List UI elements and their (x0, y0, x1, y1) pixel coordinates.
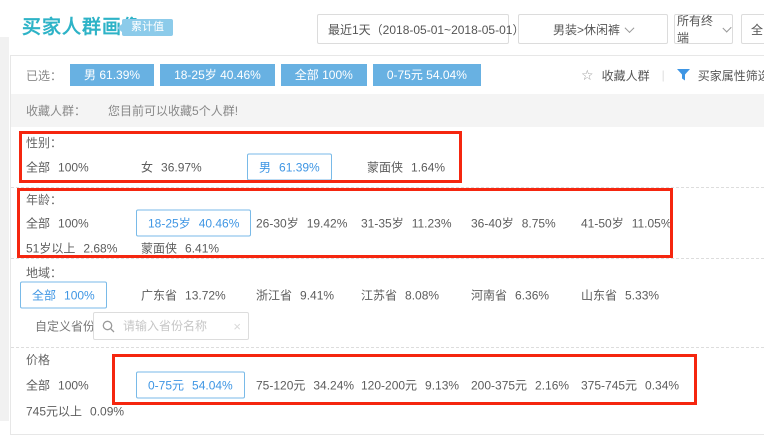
option-age-26-30[interactable]: 26-30岁19.42% (256, 215, 347, 232)
region-options-row: 全部100% 广东省13.72% 浙江省9.41% 江苏省8.08% 河南省6.… (11, 282, 764, 308)
option-age-masked[interactable]: 蒙面侠6.41% (141, 240, 219, 257)
option-price-200-375[interactable]: 200-375元2.16% (471, 377, 569, 394)
price-options-row-1: 全部100% 0-75元54.04% 75-120元34.24% 120-200… (11, 372, 764, 398)
option-age-18-25-selected[interactable]: 18-25岁40.46% (136, 210, 251, 237)
option-price-745plus[interactable]: 745元以上0.09% (26, 403, 124, 420)
section-age: 年龄： 全部100% 18-25岁40.46% 26-30岁19.42% 31-… (11, 187, 764, 259)
chevron-down-icon (722, 23, 731, 32)
age-label: 年龄： (26, 192, 62, 209)
funnel-icon (677, 69, 690, 81)
option-price-all[interactable]: 全部100% (26, 377, 89, 394)
page-left-edge (0, 37, 9, 421)
terminal-value: 所有终端 (677, 12, 720, 46)
option-gender-female[interactable]: 女36.97% (141, 159, 202, 176)
tag-region[interactable]: 全部 100% (281, 64, 367, 86)
category-dropdown[interactable]: 男装>休闲裤 (518, 14, 668, 44)
option-price-0-75-selected[interactable]: 0-75元54.04% (136, 372, 245, 399)
option-age-31-35[interactable]: 31-35岁11.23% (361, 215, 452, 232)
option-price-375-745[interactable]: 375-745元0.34% (581, 377, 679, 394)
option-gender-all[interactable]: 全部100% (26, 159, 89, 176)
favorite-groups-message: 您目前可以收藏5个人群! (108, 102, 238, 119)
option-price-75-120[interactable]: 75-120元34.24% (256, 377, 354, 394)
cumulative-value-badge: 累计值 (122, 19, 173, 36)
option-gender-male-selected[interactable]: 男61.39% (247, 154, 332, 181)
vertical-divider: | (662, 68, 665, 82)
province-search-box[interactable]: × (93, 312, 249, 340)
selected-label: 已选： (26, 67, 62, 84)
chevron-down-icon (625, 23, 635, 33)
option-price-120-200[interactable]: 120-200元9.13% (361, 377, 459, 394)
option-age-51plus[interactable]: 51岁以上2.68% (26, 240, 117, 257)
selected-bar-actions: ☆ 收藏人群 | 买家属性筛选 (581, 56, 764, 94)
age-options-row-1: 全部100% 18-25岁40.46% 26-30岁19.42% 31-35岁1… (11, 210, 764, 236)
option-region-jiangsu[interactable]: 江苏省8.08% (361, 287, 439, 304)
option-region-shandong[interactable]: 山东省5.33% (581, 287, 659, 304)
favorite-groups-label: 收藏人群： (26, 102, 86, 119)
terminal-dropdown[interactable]: 所有终端 (674, 14, 733, 44)
tag-price[interactable]: 0-75元 54.04% (373, 64, 481, 86)
option-region-all-selected[interactable]: 全部100% (20, 282, 107, 309)
buyer-attribute-filter-link[interactable]: 买家属性筛选 (698, 67, 764, 84)
favorite-groups-row: 收藏人群： 您目前可以收藏5个人群! (11, 94, 764, 127)
demographics-panel: 已选： 男 61.39% 18-25岁 40.46% 全部 100% 0-75元… (10, 55, 764, 435)
custom-province-label: 自定义省份 (35, 318, 95, 335)
extra-value: 全 (751, 21, 763, 38)
gender-label: 性别： (26, 135, 62, 152)
price-options-row-2: 745元以上0.09% (11, 398, 764, 424)
category-value: 男装>休闲裤 (553, 21, 620, 38)
selected-filters-bar: 已选： 男 61.39% 18-25岁 40.46% 全部 100% 0-75元… (11, 56, 764, 94)
tag-age[interactable]: 18-25岁 40.46% (160, 64, 275, 86)
option-age-36-40[interactable]: 36-40岁8.75% (471, 215, 556, 232)
price-label: 价格 (26, 352, 50, 369)
province-search-input[interactable] (121, 318, 233, 334)
option-region-guangdong[interactable]: 广东省13.72% (141, 287, 226, 304)
option-age-41-50[interactable]: 41-50岁11.05% (581, 215, 672, 232)
selected-tags: 男 61.39% 18-25岁 40.46% 全部 100% 0-75元 54.… (70, 64, 481, 86)
option-age-all[interactable]: 全部100% (26, 215, 89, 232)
gender-options-row: 全部100% 女36.97% 男61.39% 蒙面侠1.64% (11, 154, 764, 180)
option-gender-masked[interactable]: 蒙面侠1.64% (367, 159, 445, 176)
option-region-henan[interactable]: 河南省6.36% (471, 287, 549, 304)
section-gender: 性别： 全部100% 女36.97% 男61.39% 蒙面侠1.64% (11, 127, 764, 188)
favorite-group-link[interactable]: 收藏人群 (602, 67, 650, 84)
section-region: 地域： 全部100% 广东省13.72% 浙江省9.41% 江苏省8.08% 河… (11, 258, 764, 348)
date-range-picker[interactable]: 最近1天（2018-05-01~2018-05-01） 15 (317, 14, 509, 44)
tag-gender[interactable]: 男 61.39% (70, 64, 154, 86)
section-price: 价格 全部100% 0-75元54.04% 75-120元34.24% 120-… (11, 347, 764, 436)
extra-dropdown[interactable]: 全 (741, 14, 764, 44)
region-label: 地域： (26, 265, 62, 282)
clear-icon[interactable]: × (233, 319, 241, 334)
custom-province-row: 自定义省份 × (11, 312, 764, 340)
search-icon (102, 320, 115, 333)
star-icon[interactable]: ☆ (581, 67, 594, 84)
option-region-zhejiang[interactable]: 浙江省9.41% (256, 287, 334, 304)
date-range-text: 最近1天（2018-05-01~2018-05-01） (318, 21, 534, 38)
